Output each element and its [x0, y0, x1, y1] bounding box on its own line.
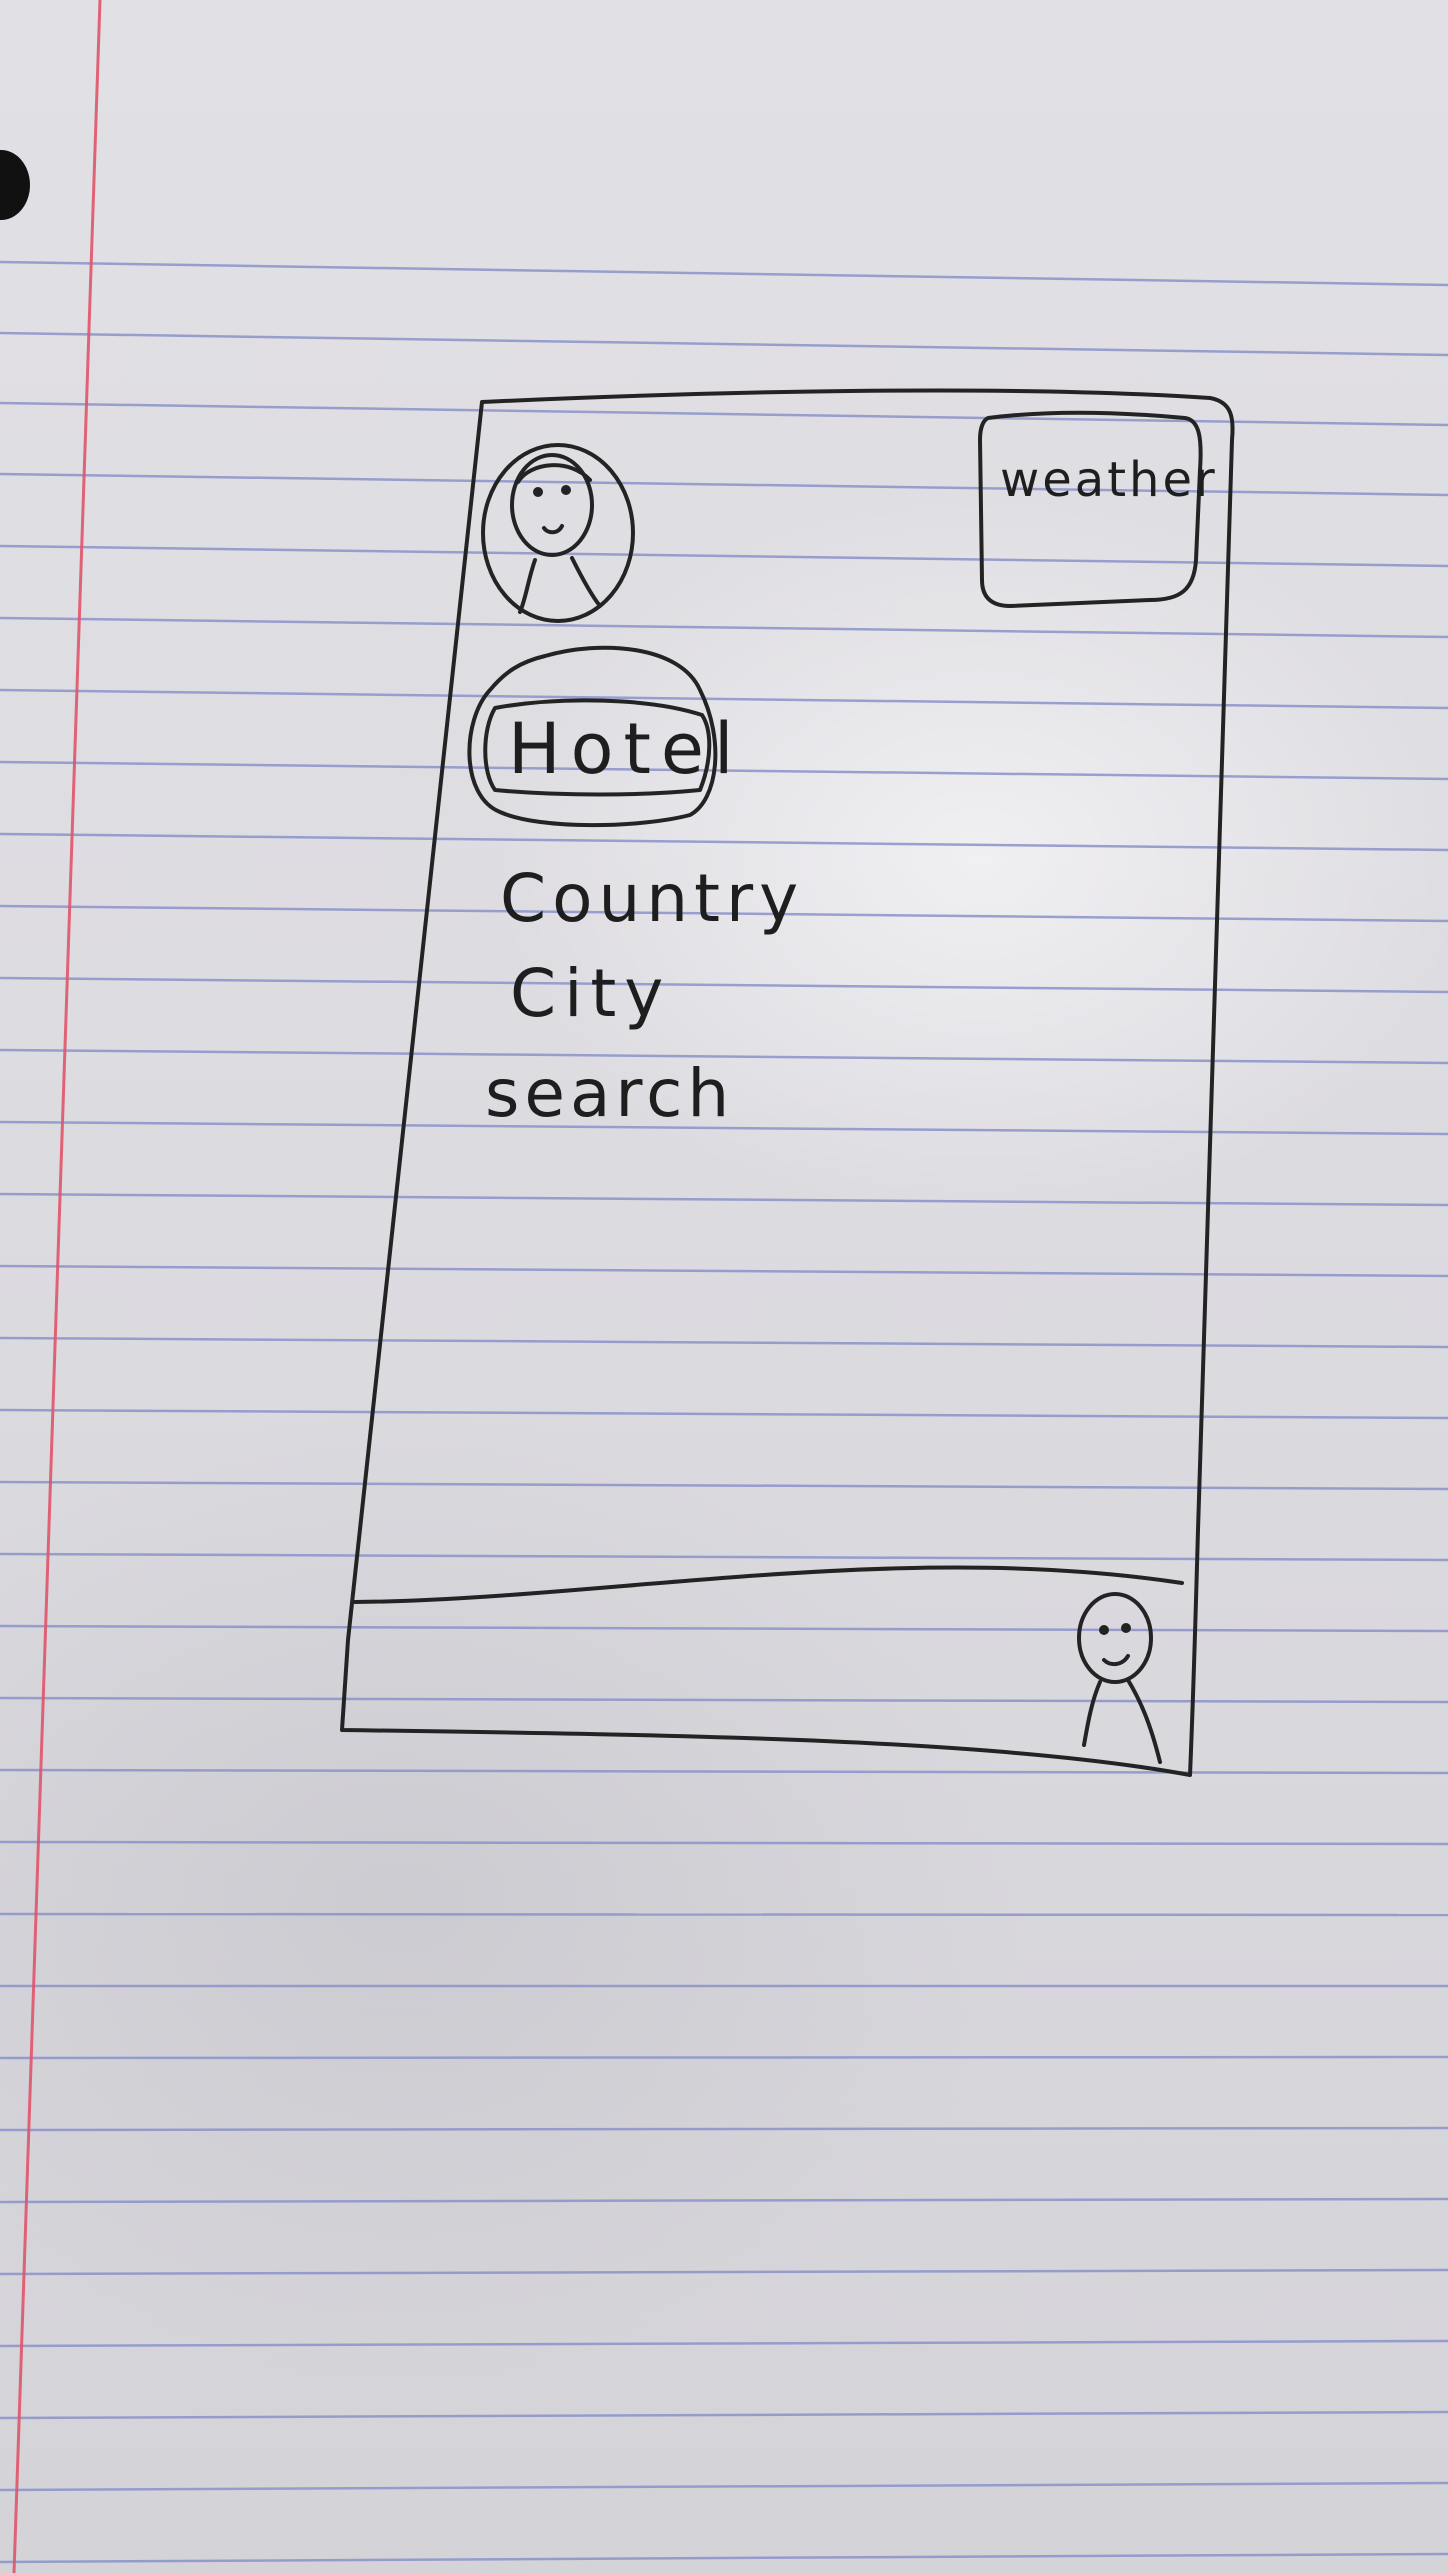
phone-frame: [340, 388, 1235, 1777]
search-button[interactable]: search: [485, 1055, 734, 1132]
bottom-nav-divider: [353, 1565, 1184, 1604]
profile-avatar-button[interactable]: [481, 443, 635, 623]
person-icon[interactable]: [1077, 1592, 1162, 1764]
country-field[interactable]: Country: [500, 860, 804, 937]
city-field[interactable]: City: [510, 955, 671, 1032]
weather-widget[interactable]: [978, 410, 1203, 608]
weather-label: weather: [1000, 452, 1218, 508]
phone-wireframe-sketch: [340, 388, 1235, 1777]
hotel-label: Hotel: [508, 708, 744, 790]
person-face-icon: [510, 453, 602, 614]
